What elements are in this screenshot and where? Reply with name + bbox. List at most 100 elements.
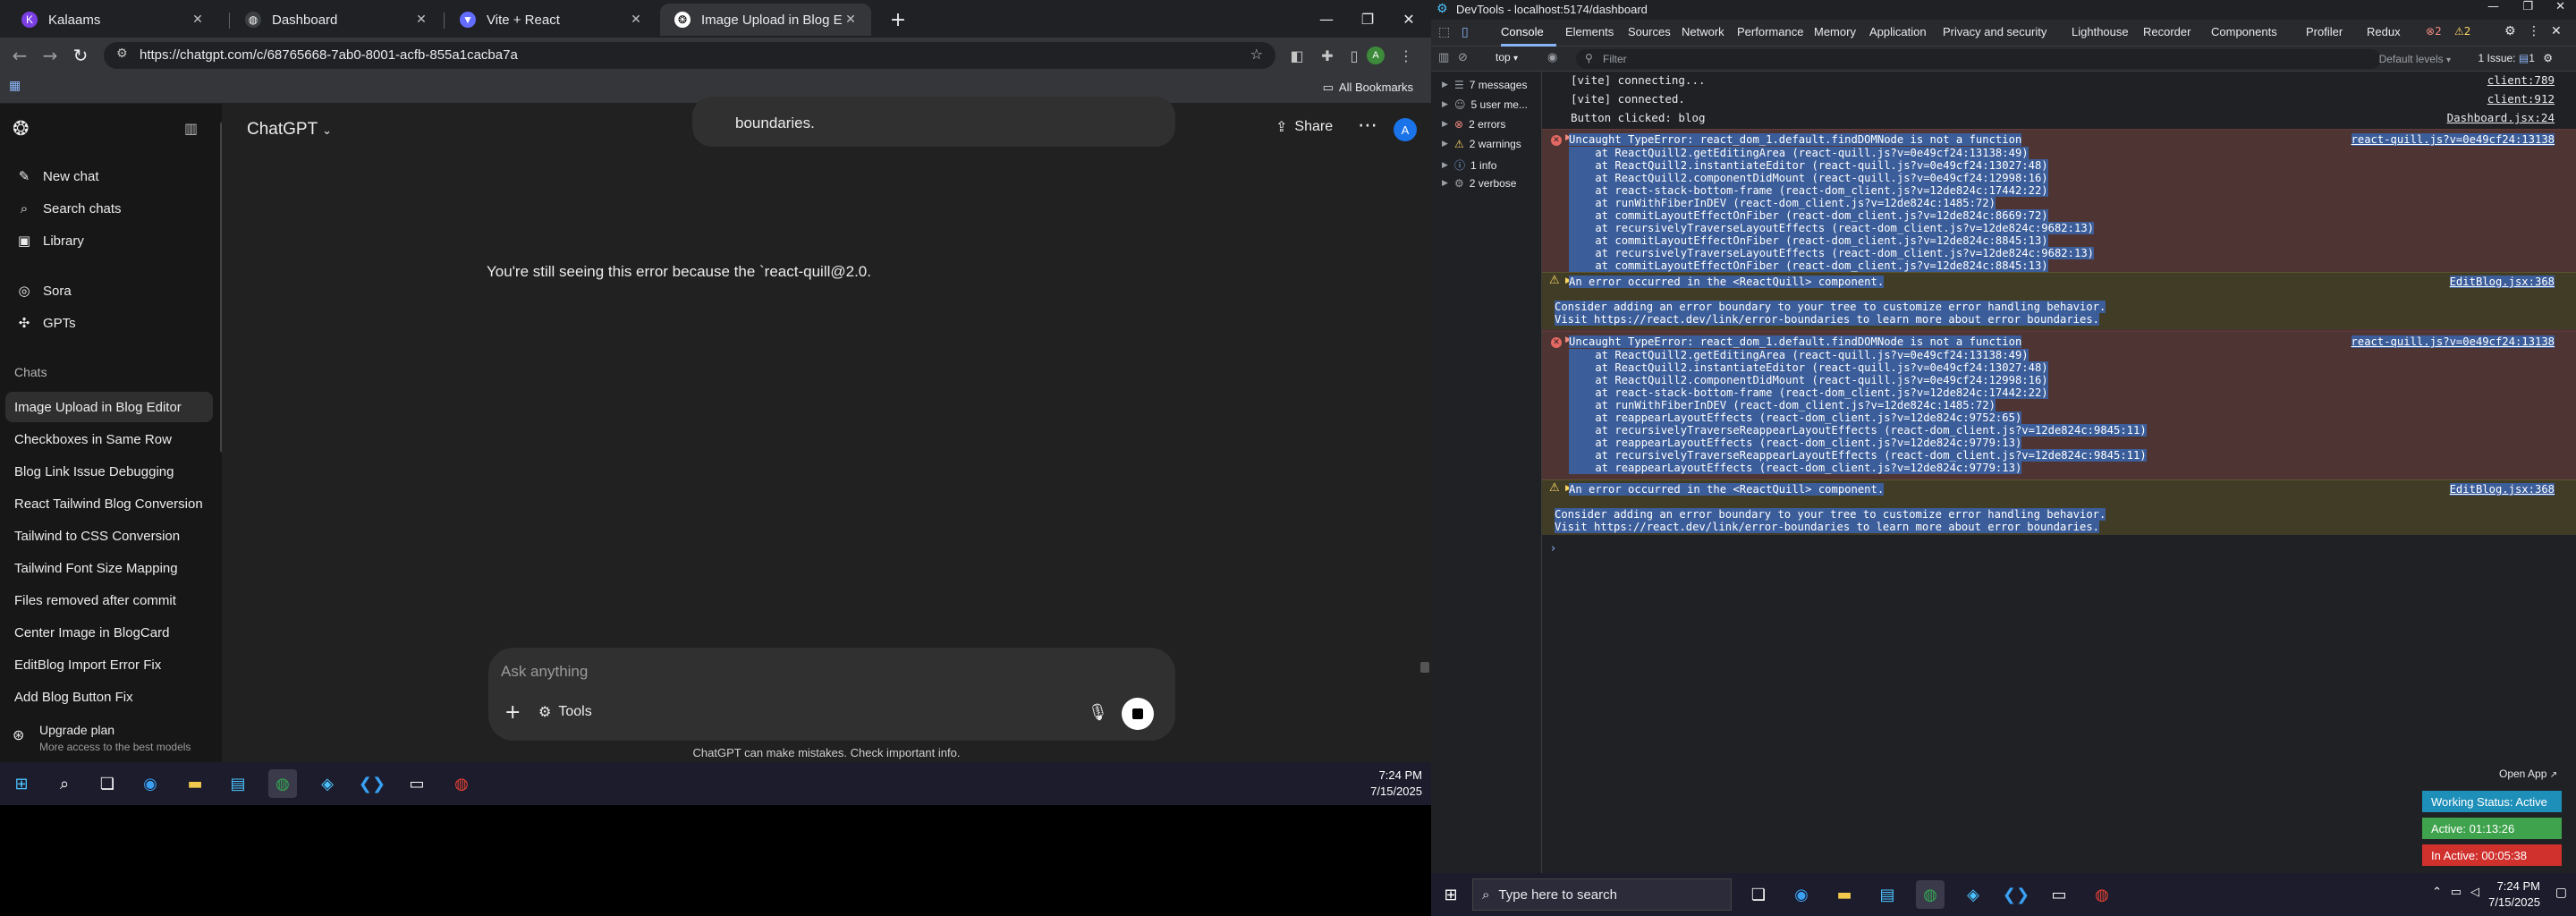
- vscode-alt-icon[interactable]: ◈: [313, 769, 342, 798]
- vscode-alt-icon[interactable]: ◈: [1959, 880, 1987, 909]
- tab-profiler[interactable]: Profiler: [2306, 25, 2343, 38]
- minimize-button[interactable]: —: [1306, 2, 1347, 36]
- new-tab-button[interactable]: +: [886, 7, 911, 32]
- vscode-icon[interactable]: ❮❯: [358, 769, 386, 798]
- chat-item[interactable]: Checkboxes in Same Row: [0, 424, 215, 454]
- tab-application[interactable]: Application: [1869, 25, 1927, 38]
- extension-icon[interactable]: ◧: [1286, 45, 1308, 66]
- warning-badge-icon[interactable]: ⚠2: [2454, 25, 2470, 38]
- terminal-icon[interactable]: ▭: [2045, 880, 2073, 909]
- store-icon[interactable]: ▤: [224, 769, 252, 798]
- chrome-profile-icon[interactable]: ◍: [447, 769, 476, 798]
- more-options-icon[interactable]: ⋮: [2528, 24, 2540, 38]
- tab-console[interactable]: Console: [1501, 25, 1544, 38]
- notifications-icon[interactable]: ▢: [2555, 886, 2567, 900]
- tab-performance[interactable]: Performance: [1737, 25, 1803, 38]
- settings-icon[interactable]: ⚙: [2543, 52, 2553, 64]
- task-view-icon[interactable]: ❏: [93, 769, 122, 798]
- tab-redux[interactable]: Redux: [2367, 25, 2401, 38]
- volume-icon[interactable]: ◁: [2470, 886, 2479, 899]
- sidebar-item-messages[interactable]: ▶ ☰ 7 messages: [1442, 79, 1527, 91]
- reload-button[interactable]: ↻: [68, 43, 93, 68]
- sidebar-item-info[interactable]: ▶ ⓘ 1 info: [1442, 157, 1496, 173]
- back-button[interactable]: ←: [7, 43, 32, 68]
- chat-item[interactable]: Tailwind to CSS Conversion: [0, 521, 215, 551]
- file-explorer-icon[interactable]: ▬: [1830, 880, 1859, 909]
- open-app-button[interactable]: Open App ↗: [2499, 768, 2557, 780]
- menu-icon[interactable]: ⋮: [1395, 45, 1417, 66]
- all-bookmarks-button[interactable]: ▭ All Bookmarks: [1323, 81, 1413, 95]
- close-icon[interactable]: ✕: [628, 13, 644, 27]
- sidebar-item-new-chat[interactable]: ✎ New chat: [0, 161, 215, 191]
- tab-image-upload[interactable]: ❂ Image Upload in Blog Editor ✕: [660, 4, 871, 36]
- microphone-icon[interactable]: 🎙: [1088, 703, 1108, 722]
- taskbar-clock[interactable]: 7:24 PM 7/15/2025: [1370, 768, 1422, 800]
- chat-item[interactable]: React Tailwind Blog Conversion: [0, 488, 215, 519]
- chat-item[interactable]: Tailwind Font Size Mapping: [0, 553, 215, 583]
- filter-input[interactable]: [1576, 49, 2381, 69]
- sidebar-item-verbose[interactable]: ▶ ⚙ 2 verbose: [1442, 177, 1516, 190]
- sidebar-toggle-icon[interactable]: ▥: [184, 120, 198, 137]
- chat-item[interactable]: EditBlog Import Error Fix: [0, 649, 215, 680]
- error-source-link[interactable]: react-quill.js?v=0e49cf24:13138: [2351, 133, 2555, 146]
- warning-source-link[interactable]: EditBlog.jsx:368: [2449, 483, 2555, 496]
- upgrade-plan-button[interactable]: ⊛ Upgrade plan More access to the best m…: [0, 717, 222, 762]
- log-levels-dropdown[interactable]: Default levels ▾: [2379, 53, 2451, 65]
- close-devtools-icon[interactable]: ✕: [2551, 24, 2562, 38]
- log-source-link[interactable]: Dashboard.jsx:24: [2447, 111, 2555, 124]
- model-selector[interactable]: ChatGPT ⌄: [247, 120, 332, 140]
- vscode-icon[interactable]: ❮❯: [2002, 880, 2030, 909]
- close-icon[interactable]: ✕: [843, 13, 859, 27]
- minimize-button[interactable]: —: [2487, 0, 2499, 13]
- close-icon[interactable]: ✕: [413, 13, 429, 27]
- sidebar-item-user-messages[interactable]: ▶ ☺ 5 user me...: [1442, 98, 1528, 111]
- tab-elements[interactable]: Elements: [1565, 25, 1614, 38]
- error-message[interactable]: ✕ ▶ react-quill.js?v=0e49cf24:13138 Unca…: [1542, 331, 2576, 479]
- close-window-button[interactable]: ✕: [2555, 0, 2565, 13]
- maximize-button[interactable]: ❐: [2522, 0, 2533, 13]
- warning-message[interactable]: ⚠ ▶ EditBlog.jsx:368 An error occurred i…: [1542, 272, 2576, 329]
- star-icon[interactable]: ☆: [1250, 46, 1263, 63]
- forward-button[interactable]: →: [38, 43, 63, 68]
- sidebar-item-sora[interactable]: ◎ Sora: [0, 276, 215, 306]
- sidebar-item-errors[interactable]: ▶ ⊗ 2 errors: [1442, 118, 1505, 131]
- openai-logo-icon[interactable]: ❂: [13, 118, 29, 140]
- maximize-button[interactable]: ❐: [1347, 2, 1388, 36]
- stop-button[interactable]: [1122, 698, 1154, 730]
- chrome-icon[interactable]: ◍: [1916, 880, 1945, 909]
- tab-dashboard[interactable]: ◍ Dashboard ✕: [231, 4, 442, 36]
- chat-item[interactable]: Files removed after commit: [0, 585, 215, 615]
- sidebar-toggle-icon[interactable]: ▥: [1438, 51, 1449, 64]
- warning-source-link[interactable]: EditBlog.jsx:368: [2449, 276, 2555, 288]
- close-window-button[interactable]: ✕: [1388, 2, 1429, 36]
- more-options-icon[interactable]: ⋯: [1358, 114, 1377, 137]
- sidepanel-icon[interactable]: ▯: [1343, 45, 1365, 66]
- clear-console-icon[interactable]: ⊘: [1458, 51, 1468, 64]
- windows-start-icon[interactable]: ⊞: [7, 769, 36, 798]
- error-badge-icon[interactable]: ⊗2: [2426, 25, 2442, 38]
- console-prompt[interactable]: ›: [1551, 542, 1555, 556]
- task-view-icon[interactable]: ❏: [1744, 880, 1773, 909]
- sidebar-item-library[interactable]: ▣ Library: [0, 225, 215, 256]
- avatar[interactable]: A: [1394, 118, 1417, 141]
- chat-item[interactable]: Blog Link Issue Debugging: [0, 456, 215, 487]
- prompt-input[interactable]: [501, 660, 1038, 683]
- site-info-icon[interactable]: ⚙: [116, 47, 128, 61]
- chat-item[interactable]: Center Image in BlogCard: [0, 617, 215, 648]
- file-explorer-icon[interactable]: ▬: [181, 769, 209, 798]
- tray-chevron-icon[interactable]: ⌃: [2432, 886, 2442, 899]
- chat-item[interactable]: Image Upload in Blog Editor: [5, 392, 213, 422]
- taskbar-clock[interactable]: 7:24 PM 7/15/2025: [2488, 878, 2540, 911]
- store-icon[interactable]: ▤: [1873, 880, 1902, 909]
- tab-components[interactable]: Components: [2211, 25, 2277, 38]
- windows-start-icon[interactable]: ⊞: [1436, 880, 1465, 909]
- tab-privacy-security[interactable]: Privacy and security: [1943, 25, 2046, 38]
- settings-icon[interactable]: ⚙: [2504, 24, 2516, 38]
- chrome-profile-icon[interactable]: ◍: [2088, 880, 2116, 909]
- chat-item[interactable]: Add Blog Button Fix: [0, 682, 215, 712]
- address-bar[interactable]: ⚙ https://chatgpt.com/c/68765668-7ab0-80…: [104, 42, 1275, 69]
- sidebar-item-warnings[interactable]: ▶ ⚠ 2 warnings: [1442, 138, 1521, 150]
- context-selector[interactable]: top ▾: [1496, 51, 1518, 64]
- error-source-link[interactable]: react-quill.js?v=0e49cf24:13138: [2351, 335, 2555, 348]
- sidebar-item-gpts[interactable]: ✣ GPTs: [0, 308, 215, 338]
